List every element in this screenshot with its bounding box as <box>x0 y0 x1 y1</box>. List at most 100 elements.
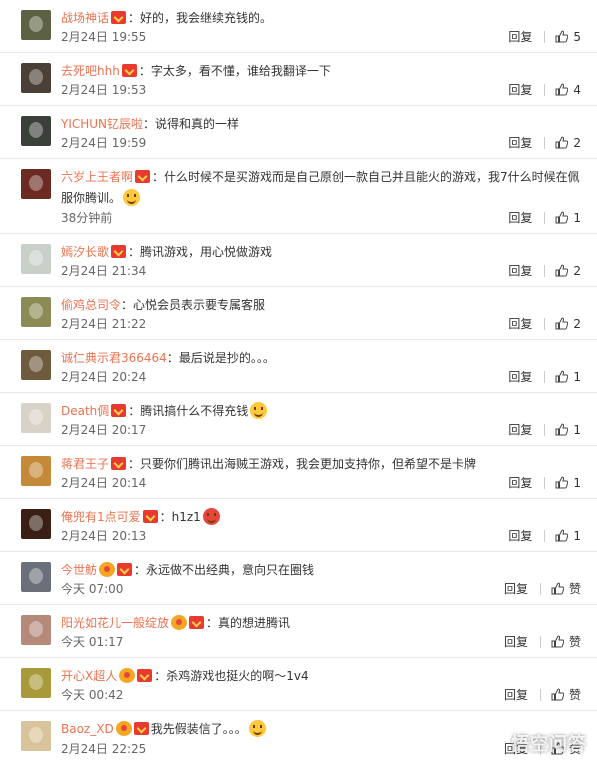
username-link[interactable]: 偷鸡总司令 <box>61 298 121 312</box>
comment-time: 今天 07:00 <box>61 582 124 596</box>
comment-item: Baoz_XD 我先假装信了。。。 2月24日 22:25 回复赞 <box>0 711 597 762</box>
username-link[interactable]: 俺兜有1点可爱 <box>61 510 141 524</box>
thumbs-up-icon[interactable] <box>555 30 569 43</box>
username-link[interactable]: 阳光如花儿一般绽放 <box>61 616 169 630</box>
avatar[interactable] <box>21 562 51 592</box>
reply-button[interactable]: 回复 <box>508 209 532 226</box>
like-count[interactable]: 1 <box>573 476 581 490</box>
like-count[interactable]: 赞 <box>569 580 581 597</box>
username-link[interactable]: 战场神话 <box>61 11 109 25</box>
like-count[interactable]: 2 <box>573 317 581 331</box>
comment-line: 偷鸡总司令：心悦会员表示要专属客服 <box>61 295 583 316</box>
thumbs-up-icon[interactable] <box>555 370 569 383</box>
thumbs-up-icon[interactable] <box>555 317 569 330</box>
like-count[interactable]: 1 <box>573 423 581 437</box>
comment-line: Death倜 ：腾讯搞什么不得充钱 <box>61 401 583 422</box>
username-link[interactable]: 诚仁典示君366464 <box>61 351 167 365</box>
avatar[interactable] <box>21 509 51 539</box>
comment-actions: 回复 1 <box>508 474 581 491</box>
like-count[interactable]: 赞 <box>569 686 581 703</box>
avatar[interactable] <box>21 244 51 274</box>
avatar[interactable] <box>21 10 51 40</box>
comment-time: 2月24日 20:24 <box>61 370 147 384</box>
comment-item: 六岁上王者啊 ：什么时候不是买游戏而是自己原创一款自己并且能火的游戏，我7什么时候… <box>0 159 597 234</box>
divider <box>539 635 541 648</box>
vip-badge-icon <box>121 64 137 77</box>
reply-button[interactable]: 回复 <box>504 580 528 597</box>
comment-text: ：心悦会员表示要专属客服 <box>121 298 266 312</box>
username-link[interactable]: 六岁上王者啊 <box>61 170 133 184</box>
divider <box>544 476 546 489</box>
reply-button[interactable]: 回复 <box>508 262 532 279</box>
comment-line: Baoz_XD 我先假装信了。。。 <box>61 719 583 740</box>
comment-text: ：最后说是抄的。。。 <box>166 351 275 365</box>
avatar[interactable] <box>21 63 51 93</box>
avatar[interactable] <box>21 668 51 698</box>
comment-actions: 回复 1 <box>508 421 581 438</box>
like-count[interactable]: 1 <box>573 211 581 225</box>
avatar[interactable] <box>21 403 51 433</box>
username-link[interactable]: 去死吧hhh <box>61 64 120 78</box>
thumbs-up-icon[interactable] <box>555 476 569 489</box>
avatar[interactable] <box>21 169 51 199</box>
divider <box>544 136 546 149</box>
username-link[interactable]: 今世鲂 <box>61 563 97 577</box>
comment-text: ：字太多，看不懂，谁给我翻译一下 <box>138 64 331 78</box>
reply-button[interactable]: 回复 <box>508 527 532 544</box>
reply-button[interactable]: 回复 <box>508 81 532 98</box>
thumbs-up-icon[interactable] <box>551 688 564 701</box>
like-count[interactable]: 1 <box>573 370 581 384</box>
comment-line: 六岁上王者啊 ：什么时候不是买游戏而是自己原创一款自己并且能火的游戏，我7什么时候… <box>61 167 583 209</box>
comment-text: ：h1z1 <box>159 510 201 524</box>
username-link[interactable]: 蒋君王子 <box>61 457 109 471</box>
like-count[interactable]: 5 <box>573 30 581 44</box>
username-link[interactable]: Death倜 <box>61 404 109 418</box>
divider <box>544 83 546 96</box>
divider <box>544 30 546 43</box>
medal-icon <box>99 562 116 577</box>
avatar[interactable] <box>21 116 51 146</box>
like-count[interactable]: 1 <box>573 529 581 543</box>
reply-button[interactable]: 回复 <box>508 368 532 385</box>
comment-line: 嫣汐长歌 ：腾讯游戏，用心悦做游戏 <box>61 242 583 263</box>
comment-time: 今天 00:42 <box>61 688 124 702</box>
comment-line: 今世鲂 ：永远做不出经典，意向只在圈钱 <box>61 560 583 581</box>
avatar[interactable] <box>21 297 51 327</box>
thumbs-up-icon[interactable] <box>555 83 569 96</box>
like-count[interactable]: 2 <box>573 264 581 278</box>
comment-line: 俺兜有1点可爱 ：h1z1 <box>61 507 583 528</box>
reply-button[interactable]: 回复 <box>508 421 532 438</box>
medal-icon <box>171 615 188 630</box>
comment-line: 蒋君王子 ：只要你们腾讯出海贼王游戏，我会更加支持你，但希望不是卡牌 <box>61 454 583 475</box>
reply-button[interactable]: 回复 <box>504 686 528 703</box>
reply-button[interactable]: 回复 <box>508 28 532 45</box>
username-link[interactable]: 开心X超人 <box>61 669 117 683</box>
divider <box>544 211 546 224</box>
avatar[interactable] <box>21 615 51 645</box>
username-link[interactable]: YICHUN钇辰啦 <box>61 117 143 131</box>
comment-text: ：说得和真的一样 <box>143 117 240 131</box>
avatar[interactable] <box>21 456 51 486</box>
reply-button[interactable]: 回复 <box>508 474 532 491</box>
reply-button[interactable]: 回复 <box>508 134 532 151</box>
thumbs-up-icon[interactable] <box>555 529 569 542</box>
thumbs-up-icon[interactable] <box>551 582 564 595</box>
reply-button[interactable]: 回复 <box>508 315 532 332</box>
username-link[interactable]: Baoz_XD <box>61 722 114 736</box>
comment-text: ：腾讯搞什么不得充钱 <box>128 404 249 418</box>
avatar[interactable] <box>21 721 51 751</box>
thumbs-up-icon[interactable] <box>555 423 569 436</box>
thumbs-up-icon[interactable] <box>555 264 569 277</box>
like-count[interactable]: 2 <box>573 136 581 150</box>
comment-text: ：只要你们腾讯出海贼王游戏，我会更加支持你，但希望不是卡牌 <box>128 457 477 471</box>
comment-time: 2月24日 19:55 <box>61 30 147 44</box>
reply-button[interactable]: 回复 <box>504 633 528 650</box>
like-count[interactable]: 4 <box>573 83 581 97</box>
thumbs-up-icon[interactable] <box>555 211 569 224</box>
thumbs-up-icon[interactable] <box>551 635 564 648</box>
avatar[interactable] <box>21 350 51 380</box>
thumbs-up-icon[interactable] <box>555 136 569 149</box>
like-count[interactable]: 赞 <box>569 633 581 650</box>
comment-actions: 回复 5 <box>508 28 581 45</box>
username-link[interactable]: 嫣汐长歌 <box>61 245 109 259</box>
